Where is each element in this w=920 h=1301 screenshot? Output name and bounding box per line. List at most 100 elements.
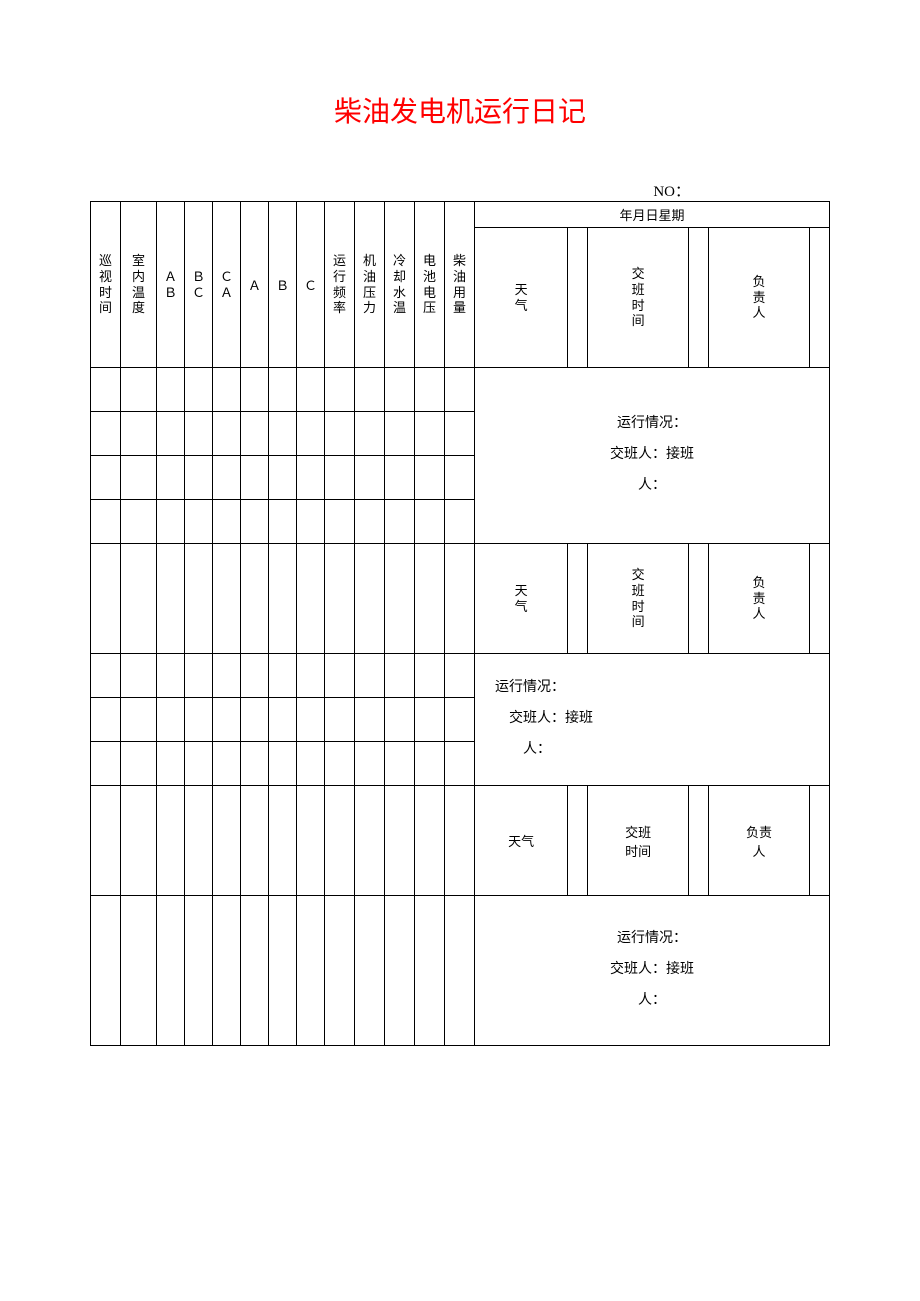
table-cell[interactable] [385,412,415,456]
table-cell[interactable] [385,368,415,412]
table-cell[interactable] [121,654,157,698]
table-cell[interactable] [325,544,355,654]
table-cell[interactable] [355,786,385,896]
table-cell[interactable] [269,654,297,698]
table-cell[interactable] [185,698,213,742]
table-cell[interactable] [213,654,241,698]
table-cell[interactable] [269,742,297,786]
table-cell[interactable] [213,544,241,654]
table-cell[interactable] [325,500,355,544]
table-cell[interactable] [91,742,121,786]
table-cell[interactable] [297,786,325,896]
table-cell[interactable] [91,896,121,1046]
table-cell[interactable] [157,654,185,698]
table-cell[interactable] [385,742,415,786]
table-cell[interactable] [355,456,385,500]
table-cell[interactable] [91,412,121,456]
table-cell[interactable] [385,500,415,544]
table-cell[interactable] [185,544,213,654]
table-cell[interactable] [415,742,445,786]
table-cell[interactable] [297,742,325,786]
table-cell[interactable] [213,368,241,412]
table-cell[interactable] [213,456,241,500]
table-cell[interactable] [185,896,213,1046]
table-cell[interactable] [157,368,185,412]
table-cell[interactable] [185,412,213,456]
table-cell[interactable] [269,896,297,1046]
table-cell[interactable] [121,698,157,742]
table-cell[interactable] [297,896,325,1046]
table-cell[interactable] [157,500,185,544]
table-cell[interactable] [445,654,475,698]
table-cell[interactable] [157,456,185,500]
table-cell[interactable] [355,742,385,786]
table-cell[interactable] [385,896,415,1046]
table-cell[interactable] [121,368,157,412]
table-cell[interactable] [415,786,445,896]
table-cell[interactable] [185,500,213,544]
table-cell[interactable] [241,896,269,1046]
table-cell[interactable] [297,698,325,742]
header-weather-2-val[interactable] [568,544,588,654]
table-cell[interactable] [445,544,475,654]
table-cell[interactable] [185,786,213,896]
table-cell[interactable] [269,500,297,544]
table-cell[interactable] [185,456,213,500]
table-cell[interactable] [445,412,475,456]
table-cell[interactable] [157,698,185,742]
table-cell[interactable] [297,500,325,544]
table-cell[interactable] [185,654,213,698]
table-cell[interactable] [91,786,121,896]
table-cell[interactable] [91,698,121,742]
table-cell[interactable] [385,544,415,654]
table-cell[interactable] [415,500,445,544]
table-cell[interactable] [355,412,385,456]
table-cell[interactable] [241,786,269,896]
table-cell[interactable] [415,896,445,1046]
table-cell[interactable] [91,368,121,412]
table-cell[interactable] [325,368,355,412]
shift-1-notes[interactable]: 运行情况： 交班人：接班 人： [475,368,830,544]
table-cell[interactable] [241,654,269,698]
table-cell[interactable] [325,412,355,456]
table-cell[interactable] [91,456,121,500]
table-cell[interactable] [445,786,475,896]
table-cell[interactable] [91,544,121,654]
table-cell[interactable] [121,742,157,786]
table-cell[interactable] [157,742,185,786]
table-cell[interactable] [185,368,213,412]
shift-2-notes[interactable]: 运行情况： 交班人：接班 人： [475,654,830,786]
table-cell[interactable] [325,654,355,698]
header-shift-time-3-val[interactable] [689,786,709,896]
table-cell[interactable] [157,786,185,896]
table-cell[interactable] [269,456,297,500]
table-cell[interactable] [355,368,385,412]
table-cell[interactable] [213,742,241,786]
table-cell[interactable] [445,896,475,1046]
table-cell[interactable] [121,786,157,896]
table-cell[interactable] [269,368,297,412]
table-cell[interactable] [445,456,475,500]
header-shift-time-2-val[interactable] [689,544,709,654]
table-cell[interactable] [297,544,325,654]
table-cell[interactable] [241,456,269,500]
table-cell[interactable] [297,412,325,456]
table-cell[interactable] [445,368,475,412]
table-cell[interactable] [415,412,445,456]
table-cell[interactable] [445,500,475,544]
table-cell[interactable] [121,412,157,456]
table-cell[interactable] [445,698,475,742]
table-cell[interactable] [241,412,269,456]
table-cell[interactable] [121,456,157,500]
header-shift-time-1-val[interactable] [689,228,709,368]
table-cell[interactable] [445,742,475,786]
table-cell[interactable] [325,742,355,786]
table-cell[interactable] [415,368,445,412]
table-cell[interactable] [385,456,415,500]
table-cell[interactable] [157,544,185,654]
table-cell[interactable] [355,698,385,742]
table-cell[interactable] [157,412,185,456]
table-cell[interactable] [121,544,157,654]
table-cell[interactable] [269,698,297,742]
table-cell[interactable] [269,412,297,456]
